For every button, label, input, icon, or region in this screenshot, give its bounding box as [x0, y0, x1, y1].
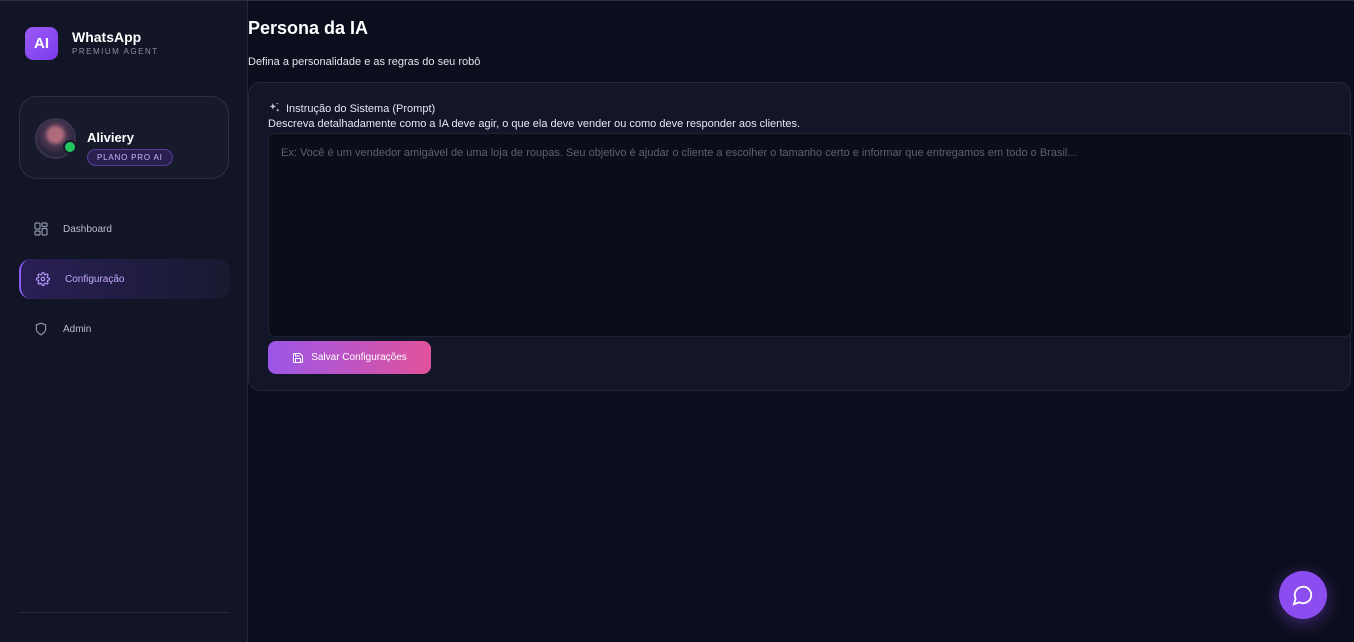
- avatar: [35, 118, 77, 159]
- app-frame: AI WhatsApp PREMIUM AGENT Aliviery PLANO…: [0, 0, 1354, 642]
- prompt-label-text: Instrução do Sistema (Prompt): [286, 102, 436, 115]
- save-icon: [292, 352, 304, 364]
- page-subtitle: Defina a personalidade e as regras do se…: [248, 56, 481, 68]
- shield-icon: [34, 322, 48, 336]
- prompt-description: Descreva detalhadamente como a IA deve a…: [268, 118, 801, 130]
- sidebar: AI WhatsApp PREMIUM AGENT Aliviery PLANO…: [0, 1, 248, 642]
- brand[interactable]: AI WhatsApp PREMIUM AGENT: [25, 27, 159, 60]
- system-prompt-textarea[interactable]: [268, 133, 1352, 337]
- sparkles-icon: [268, 102, 281, 115]
- brand-title: WhatsApp: [72, 29, 142, 45]
- brand-subtitle: PREMIUM AGENT: [72, 47, 159, 56]
- chat-bubble-icon: [1292, 584, 1314, 606]
- prompt-settings-card: Instrução do Sistema (Prompt) Descreva d…: [248, 82, 1352, 391]
- save-settings-button[interactable]: Salvar Configurações: [268, 341, 431, 374]
- page-title: Persona da IA: [248, 18, 369, 38]
- user-profile-card[interactable]: Aliviery PLANO PRO AI: [19, 96, 229, 179]
- sidebar-item-admin[interactable]: Admin: [19, 309, 230, 349]
- online-status-dot: [63, 140, 77, 154]
- sidebar-nav: Dashboard Configuração Admin: [19, 209, 230, 359]
- sidebar-item-label: Admin: [63, 323, 92, 335]
- sidebar-item-label: Configuração: [65, 273, 125, 285]
- brand-logo: AI: [25, 27, 58, 60]
- user-name: Aliviery: [87, 130, 134, 145]
- dashboard-grid-icon: [34, 222, 48, 236]
- sidebar-item-configuracao[interactable]: Configuração: [19, 259, 230, 299]
- prompt-label: Instrução do Sistema (Prompt): [268, 102, 435, 115]
- sidebar-item-dashboard[interactable]: Dashboard: [19, 209, 230, 249]
- chat-support-button[interactable]: [1279, 571, 1327, 619]
- sidebar-divider: [19, 612, 229, 613]
- gear-icon: [36, 272, 50, 286]
- sidebar-item-label: Dashboard: [63, 223, 112, 235]
- main-content: Persona da IA Defina a personalidade e a…: [248, 1, 1354, 642]
- plan-badge: PLANO PRO AI: [87, 149, 173, 166]
- save-button-label: Salvar Configurações: [311, 352, 407, 363]
